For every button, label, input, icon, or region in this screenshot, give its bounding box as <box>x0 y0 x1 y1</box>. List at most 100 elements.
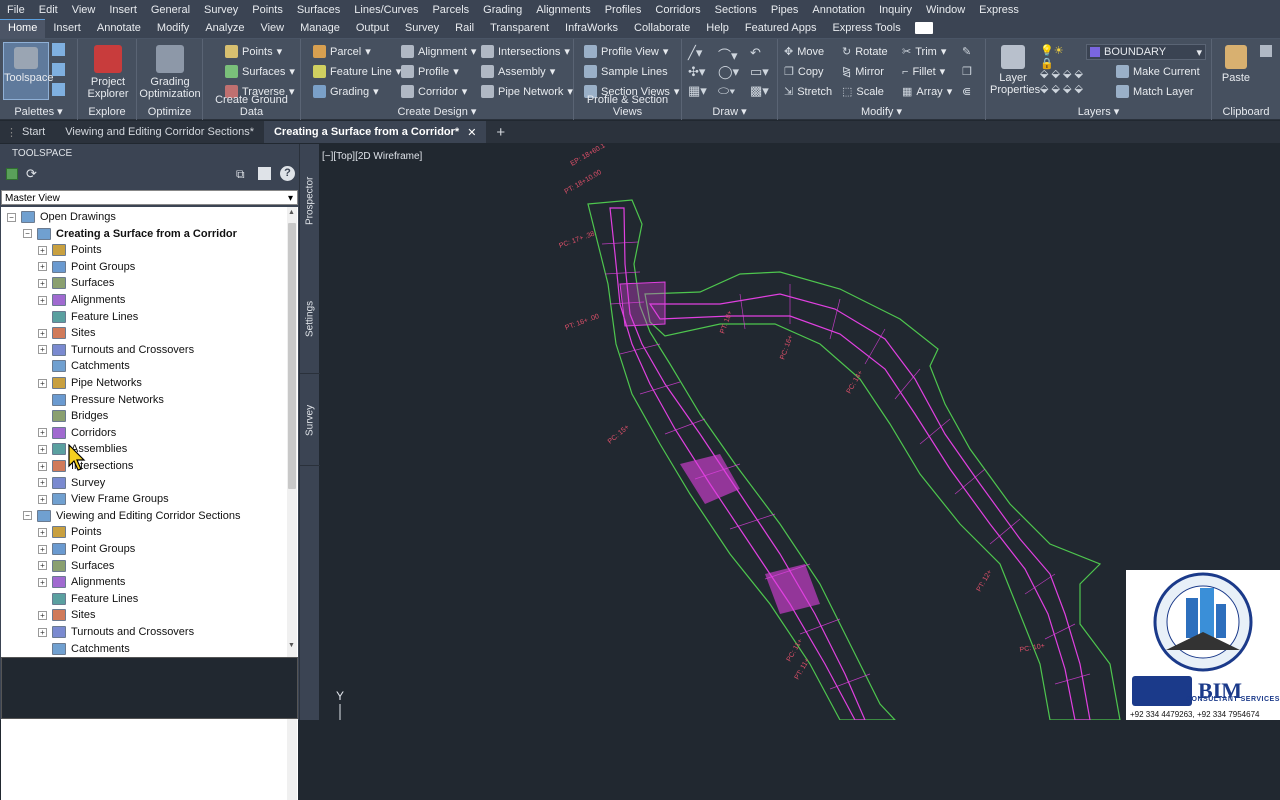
cut-icon[interactable] <box>1260 45 1272 57</box>
arc-icon[interactable]: ↶ <box>750 45 761 61</box>
points-button[interactable]: Points ▾ <box>225 45 282 58</box>
refresh-icon[interactable]: ⟳ <box>26 166 37 182</box>
profile-button[interactable]: Profile ▾ <box>401 65 459 78</box>
tree-item-points[interactable]: + Points <box>38 242 102 258</box>
hatch-icon[interactable]: ▦▾ <box>688 83 707 99</box>
alignment-button[interactable]: Alignment ▾ <box>401 45 476 58</box>
expand-toggle-icon[interactable]: + <box>38 610 47 620</box>
tree-item-pressure-networks[interactable]: Pressure Networks <box>38 392 164 408</box>
layer-dropdown[interactable]: BOUNDARY ▾ <box>1086 44 1206 60</box>
ribbon-tab-analyze[interactable]: Analyze <box>197 20 252 38</box>
tree-item-point-groups[interactable]: + Point Groups <box>38 541 135 557</box>
tree-item-alignments[interactable]: + Alignments <box>38 292 125 308</box>
tree-drawing-creating-surface[interactable]: − Creating a Surface from a Corridor <box>23 226 237 242</box>
tab-start[interactable]: Start <box>12 121 55 143</box>
rotate-button[interactable]: ↻ Rotate <box>842 45 888 59</box>
palette-icon-2[interactable] <box>52 63 65 76</box>
stretch-button[interactable]: ⇲ Stretch <box>784 85 832 99</box>
expand-toggle-icon[interactable]: + <box>38 577 47 587</box>
menu-item-file[interactable]: File <box>0 4 32 16</box>
expand-toggle-icon[interactable]: + <box>38 262 47 272</box>
toolspace-grid-icon[interactable] <box>258 167 271 180</box>
expand-toggle-icon[interactable]: + <box>38 544 47 554</box>
tree-item-turnouts-and-crossovers[interactable]: + Turnouts and Crossovers <box>38 342 194 358</box>
ribbon-tab-home[interactable]: Home <box>0 19 46 38</box>
menu-item-pipes[interactable]: Pipes <box>764 4 806 16</box>
panel-title-create-ground-data[interactable]: Create Ground Data <box>203 94 300 118</box>
tree-item-surfaces[interactable]: + Surfaces <box>38 558 114 574</box>
ribbon-tab-rail[interactable]: Rail <box>447 20 482 38</box>
expand-toggle-icon[interactable]: + <box>38 527 47 537</box>
expand-toggle-icon[interactable]: + <box>38 328 47 338</box>
menu-item-express[interactable]: Express <box>972 4 1026 16</box>
trim-button[interactable]: ✂ Trim ▾ <box>902 45 946 59</box>
tree-item-surfaces[interactable]: + Surfaces <box>38 275 114 291</box>
expand-toggle-icon[interactable]: + <box>38 428 47 438</box>
explode-icon[interactable]: ❒ <box>962 65 972 78</box>
ribbon-tab-survey[interactable]: Survey <box>397 20 447 38</box>
surfaces-button[interactable]: Surfaces ▾ <box>225 65 295 78</box>
scroll-up-icon[interactable]: ▲ <box>288 209 295 216</box>
menu-item-grading[interactable]: Grading <box>476 4 529 16</box>
menu-item-profiles[interactable]: Profiles <box>598 4 649 16</box>
menu-item-annotation[interactable]: Annotation <box>805 4 872 16</box>
project-explorer-button[interactable]: Project Explorer <box>82 45 134 100</box>
scroll-down-icon[interactable]: ▼ <box>288 642 295 649</box>
sample-lines-button[interactable]: Sample Lines <box>584 65 668 78</box>
tree-item-catchments[interactable]: Catchments <box>38 358 130 374</box>
match-layer-button[interactable]: Match Layer <box>1116 85 1194 98</box>
layer-properties-button[interactable]: Layer Properties <box>990 45 1040 96</box>
ribbon-options-dropdown[interactable] <box>914 22 933 34</box>
circle-icon[interactable]: ◯▾ <box>718 64 739 80</box>
layer-state-icons[interactable]: 💡☀🔒 <box>1040 44 1070 70</box>
ellipse-icon[interactable]: ⬭▾ <box>718 83 735 99</box>
circle-grid-icon[interactable]: ✣▾ <box>688 64 705 80</box>
intersections-button[interactable]: Intersections ▾ <box>481 45 570 58</box>
menu-item-view[interactable]: View <box>65 4 103 16</box>
expand-toggle-icon[interactable]: + <box>38 461 47 471</box>
expand-toggle-icon[interactable]: + <box>38 561 47 571</box>
tab-viewing-editing[interactable]: Viewing and Editing Corridor Sections* <box>55 121 264 143</box>
panel-title-layers[interactable]: Layers <box>1078 106 1111 118</box>
menu-item-window[interactable]: Window <box>919 4 972 16</box>
ribbon-tab-annotate[interactable]: Annotate <box>89 20 149 38</box>
scale-button[interactable]: ⬚ Scale <box>842 85 884 99</box>
ribbon-tab-featured-apps[interactable]: Featured Apps <box>737 20 825 38</box>
toolspace-button[interactable]: Toolspace <box>3 42 54 100</box>
mirror-button[interactable]: ⧎ Mirror <box>842 65 884 79</box>
feature-line-button[interactable]: Feature Line ▾ <box>313 65 401 78</box>
drawing-viewport[interactable]: [−][Top][2D Wireframe] EP: 18+60.1 PT: 18… <box>320 144 1280 720</box>
panel-title-draw[interactable]: Draw <box>712 106 738 118</box>
tree-item-view-frame-groups[interactable]: + View Frame Groups <box>38 491 169 507</box>
tree-item-sites[interactable]: + Sites <box>38 325 95 341</box>
expand-toggle-icon[interactable]: + <box>38 345 47 355</box>
tree-item-sites[interactable]: + Sites <box>38 607 95 623</box>
menu-item-parcels[interactable]: Parcels <box>425 4 476 16</box>
tree-item-feature-lines[interactable]: Feature Lines <box>38 309 138 325</box>
expand-toggle-icon[interactable]: − <box>23 511 32 521</box>
menu-item-insert[interactable]: Insert <box>102 4 144 16</box>
region-icon[interactable]: ▩▾ <box>750 83 769 99</box>
corridor-button[interactable]: Corridor ▾ <box>401 85 467 98</box>
menu-item-alignments[interactable]: Alignments <box>529 4 597 16</box>
pipe-network-button[interactable]: Pipe Network ▾ <box>481 85 573 98</box>
tree-item-alignments[interactable]: + Alignments <box>38 574 125 590</box>
tree-item-pipe-networks[interactable]: + Pipe Networks <box>38 375 142 391</box>
parcel-button[interactable]: Parcel ▾ <box>313 45 371 58</box>
grading-optimization-button[interactable]: Grading Optimization <box>139 45 201 100</box>
tree-item-points[interactable]: + Points <box>38 524 102 540</box>
tab-creating-surface[interactable]: Creating a Surface from a Corridor* ✕ <box>263 121 487 143</box>
tree-scrollbar-thumb[interactable] <box>288 223 296 489</box>
menu-item-edit[interactable]: Edit <box>32 4 65 16</box>
expand-toggle-icon[interactable]: + <box>38 444 47 454</box>
menu-item-lines-curves[interactable]: Lines/Curves <box>347 4 425 16</box>
line-icon[interactable]: ╱▾ <box>688 45 702 61</box>
panel-title-create-design[interactable]: Create Design <box>398 106 468 118</box>
close-icon[interactable]: ✕ <box>467 126 476 139</box>
tree-drawing-viewing-editing[interactable]: − Viewing and Editing Corridor Sections <box>23 508 240 524</box>
tree-item-point-groups[interactable]: + Point Groups <box>38 259 135 275</box>
expand-toggle-icon[interactable]: + <box>38 295 47 305</box>
expand-toggle-icon[interactable]: + <box>38 627 47 637</box>
ribbon-tab-transparent[interactable]: Transparent <box>482 20 557 38</box>
panel-title-modify[interactable]: Modify <box>861 106 893 118</box>
